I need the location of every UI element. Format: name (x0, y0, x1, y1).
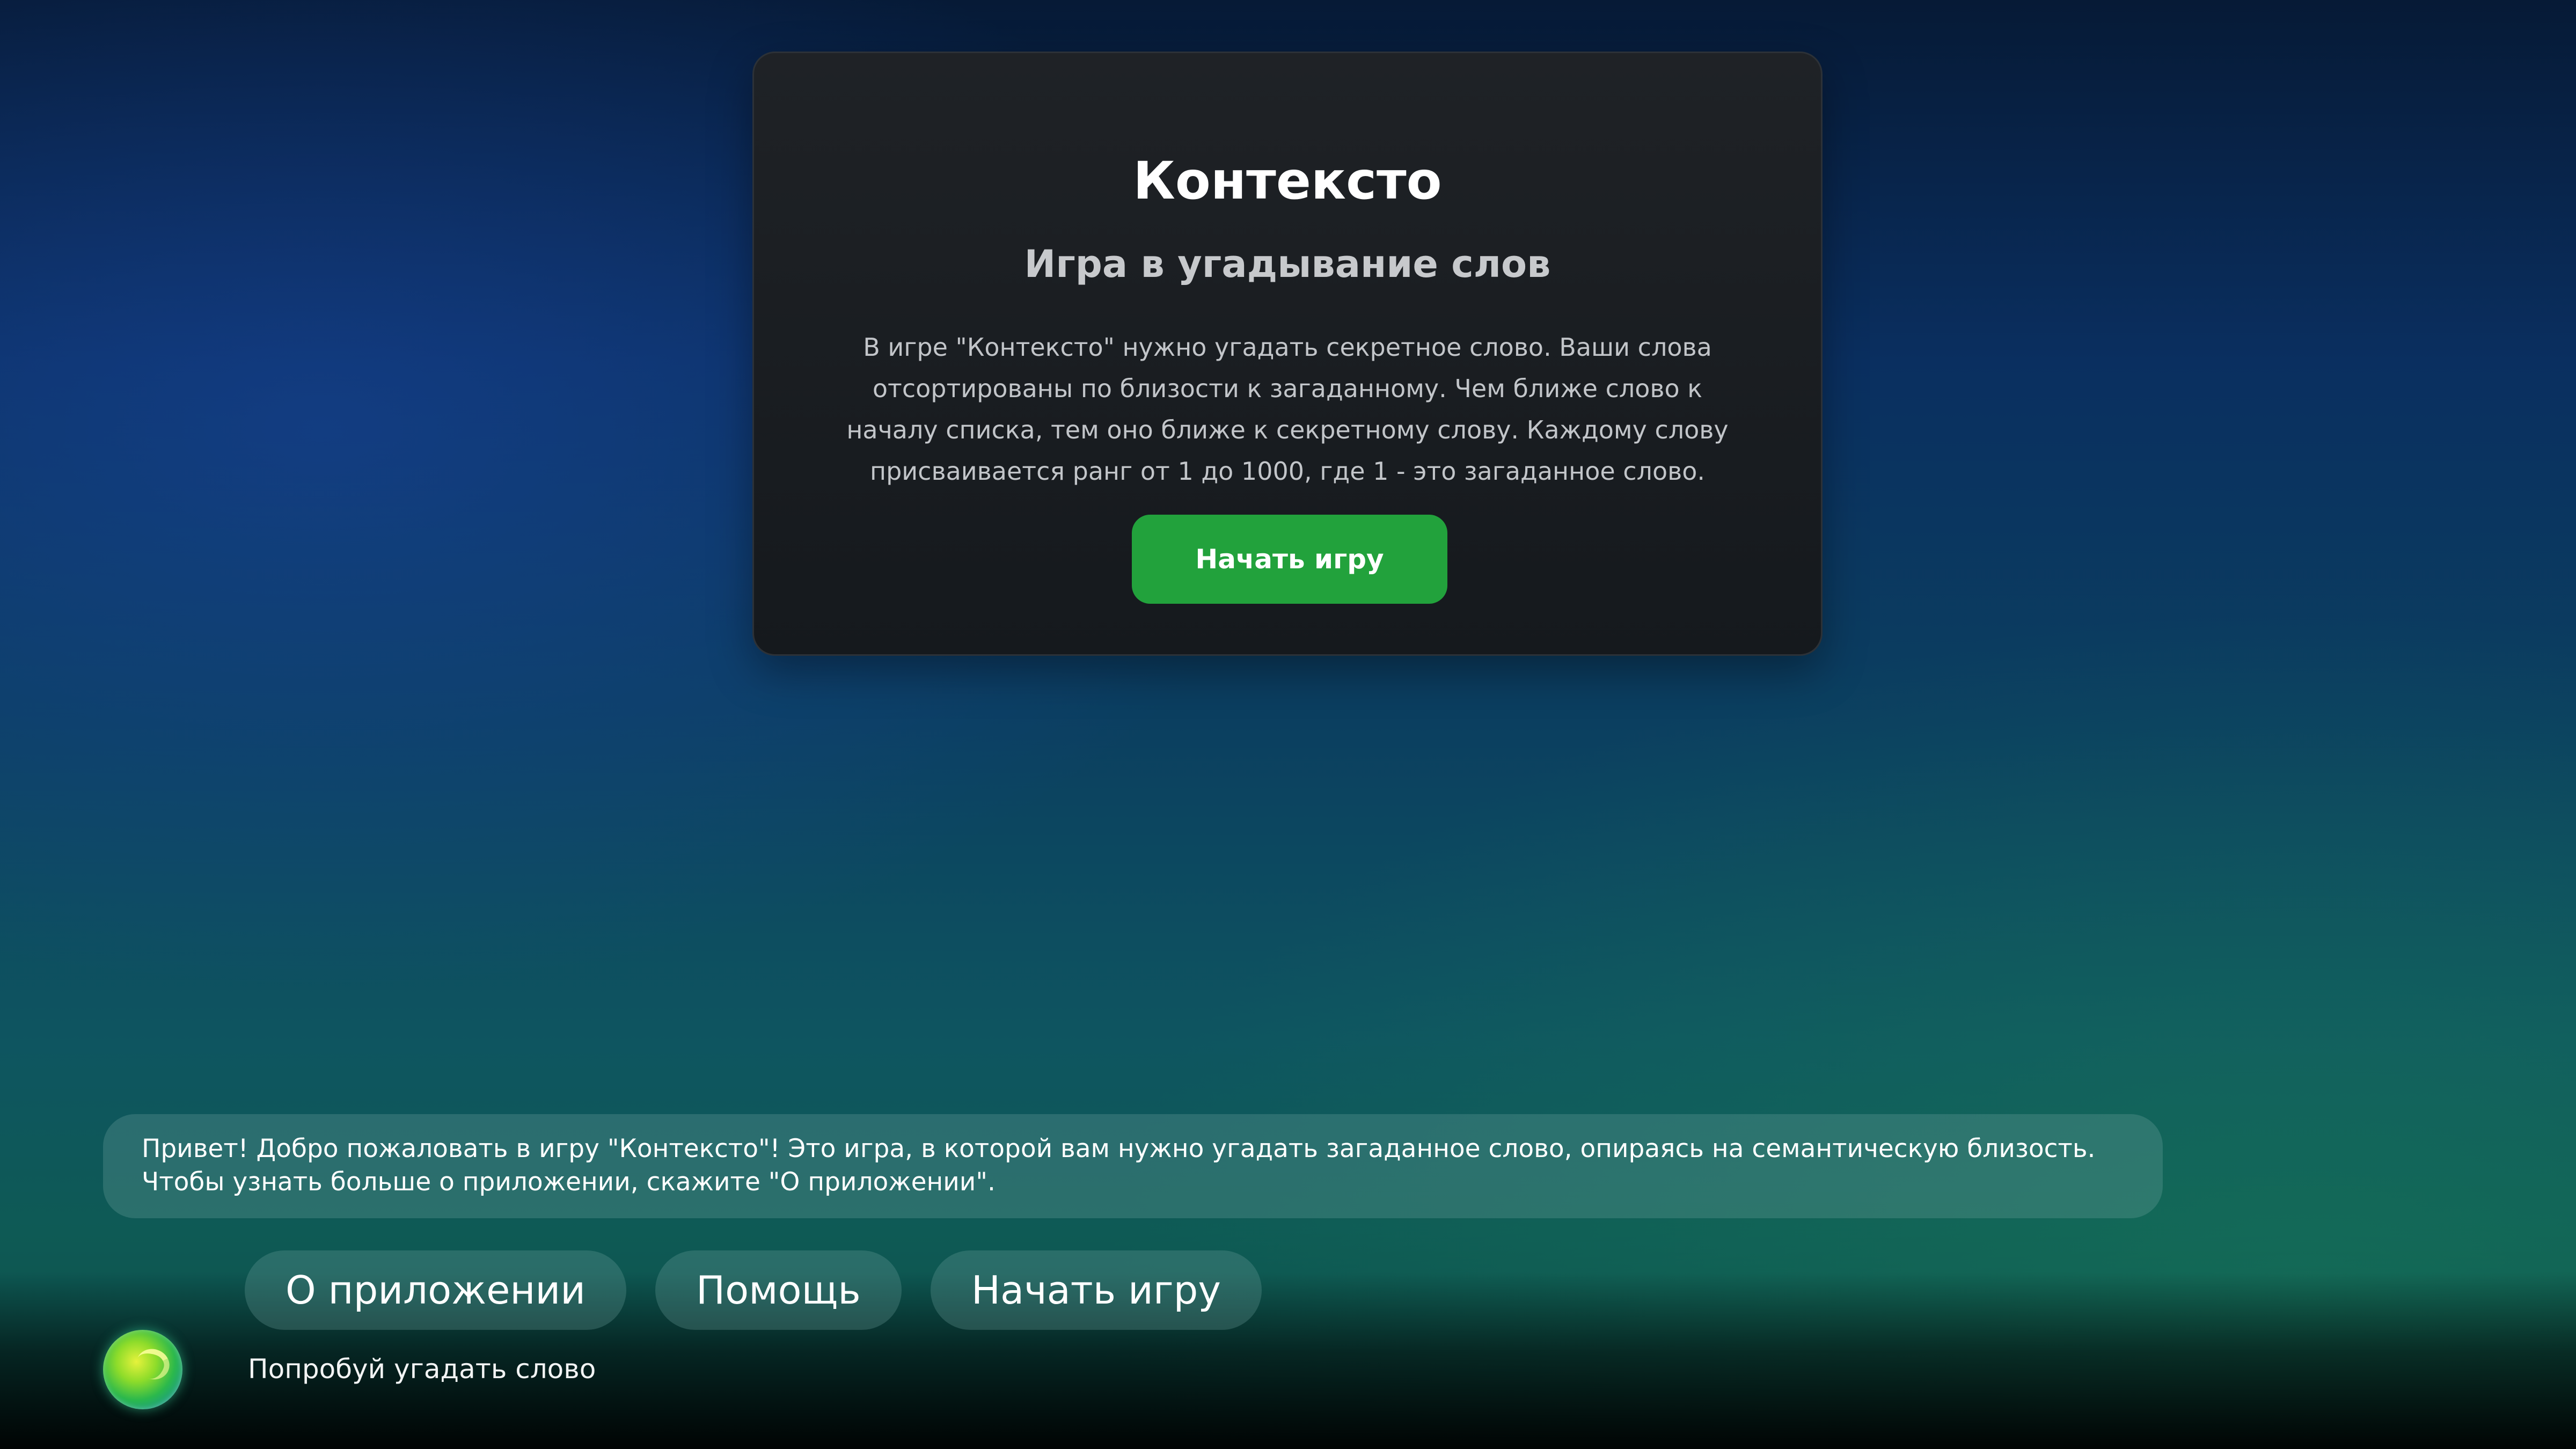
card-description: В игре "Контексто" нужно угадать секретн… (846, 333, 1729, 486)
assistant-hint: Попробуй угадать слово (248, 1353, 596, 1385)
suggestion-chips: О приложении Помощь Начать игру (245, 1250, 1262, 1330)
suggestion-about-app[interactable]: О приложении (245, 1250, 627, 1330)
assistant-message-line-1: Привет! Добро пожаловать в игру "Контекс… (142, 1134, 2096, 1163)
assistant-message-line-2: Чтобы узнать больше о приложении, скажит… (142, 1167, 996, 1197)
assistant-orb-icon[interactable] (103, 1330, 182, 1409)
assistant-message-bubble: Привет! Добро пожаловать в игру "Контекс… (103, 1114, 2163, 1218)
suggestion-help[interactable]: Помощь (655, 1250, 902, 1330)
card-title: Контексто (1133, 151, 1442, 211)
intro-card: Контексто Игра в угадывание слов В игре … (752, 52, 1823, 656)
start-game-button[interactable]: Начать игру (1132, 515, 1447, 604)
card-subtitle: Игра в угадывание слов (1024, 242, 1551, 286)
suggestion-start-game[interactable]: Начать игру (930, 1250, 1262, 1330)
